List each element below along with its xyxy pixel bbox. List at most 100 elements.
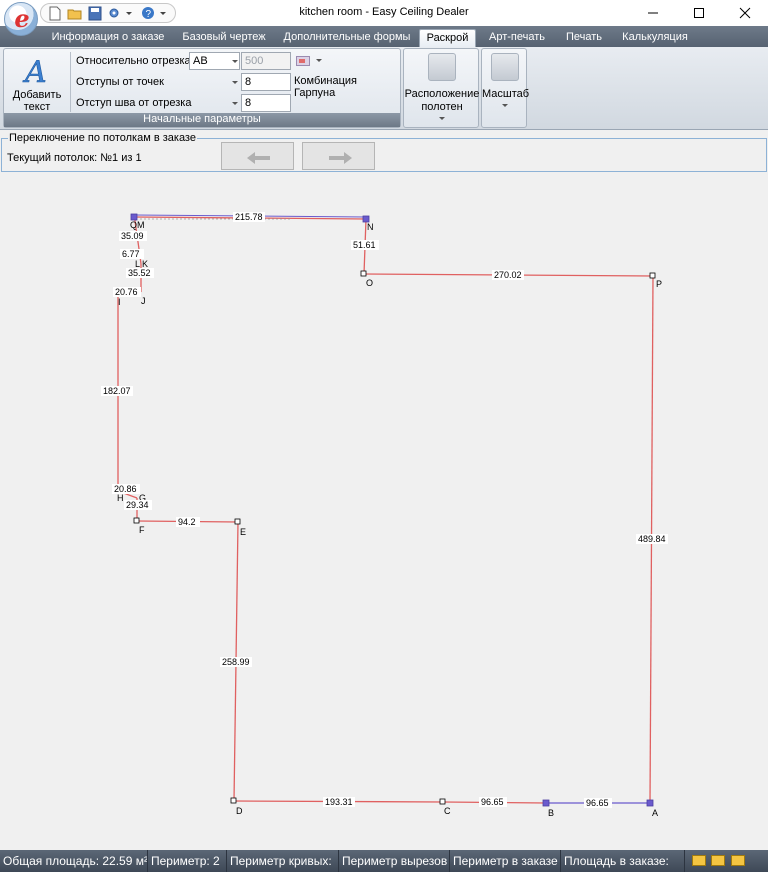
harpoon-combination-button[interactable]: Комбинация Гарпуна	[294, 75, 400, 99]
separator	[70, 52, 71, 112]
arrow-right-icon	[329, 152, 352, 164]
vertex-C[interactable]	[439, 798, 446, 805]
status-area-order: Площадь в заказе:	[561, 850, 685, 872]
text-icon-letter: A	[22, 55, 47, 87]
vertex-E[interactable]	[234, 518, 241, 525]
seam-offset-label: Отступ шва от отрезка	[76, 97, 192, 109]
point-label-F: F	[139, 525, 145, 535]
scale-icon	[491, 53, 519, 81]
dim-LM: 35.09	[121, 231, 144, 241]
point-label-J: J	[141, 296, 146, 306]
dim-IJ: 20.76	[115, 287, 138, 297]
add-text-label-2: текст	[23, 101, 51, 113]
vertex-F[interactable]	[133, 517, 140, 524]
point-label-E: E	[240, 527, 246, 537]
relative-segment-value: AB	[193, 55, 208, 67]
status-perimeter-curves: Периметр кривых:	[227, 850, 339, 872]
chevron-down-icon[interactable]	[232, 102, 238, 105]
arrow-left-icon	[247, 152, 270, 164]
app-logo-letter: e	[14, 4, 30, 33]
tab-base-drawing[interactable]: Базовый чертеж	[172, 29, 276, 47]
status-perimeter-order: Периметр в заказе	[450, 850, 561, 872]
initial-params-group: A Добавить текст Относительно отрезка AB…	[3, 48, 401, 128]
scale-label: Масштаб	[482, 88, 530, 100]
dim-NO: 51.61	[353, 240, 376, 250]
point-label-B: B	[548, 808, 554, 818]
app-logo[interactable]: e	[4, 2, 38, 36]
scale-button[interactable]: Масштаб	[482, 51, 530, 127]
vertex-B[interactable]	[542, 799, 550, 807]
previous-ceiling-button[interactable]	[221, 142, 294, 170]
close-icon	[739, 7, 751, 19]
chevron-down-icon	[232, 60, 238, 63]
point-label-I: I	[118, 297, 121, 307]
add-text-button[interactable]: A Добавить текст	[7, 51, 67, 113]
current-ceiling-label: Текущий потолок: №1 из 1	[7, 152, 142, 164]
ruler-icon[interactable]	[692, 855, 706, 866]
ceiling-switch-panel: Переключение по потолкам в заказе Текущи…	[1, 132, 767, 172]
point-label-A: A	[652, 808, 658, 818]
ribbon-panel: A Добавить текст Относительно отрезка AB…	[0, 47, 768, 130]
vertex-P[interactable]	[649, 272, 656, 279]
vertex-A[interactable]	[646, 799, 654, 807]
canvas-layout-button[interactable]: Расположение полотен	[404, 51, 480, 127]
point-label-C: C	[444, 806, 451, 816]
dim-EF: 94.2	[178, 517, 196, 527]
point-label-O: O	[366, 278, 373, 288]
dim-OP: 270.02	[494, 270, 522, 280]
dim-JK: 35.52	[128, 268, 151, 278]
next-ceiling-button[interactable]	[302, 142, 375, 170]
tab-art-print[interactable]: Арт-печать	[482, 29, 552, 47]
dim-HI: 182.07	[103, 386, 131, 396]
tab-order-info[interactable]: Информация о заказе	[46, 29, 170, 47]
dim-QN: 215.78	[235, 212, 263, 222]
text-icon: A	[22, 55, 47, 87]
drawing-canvas: A B C D E F G H I J K L M N O P Q 215.78…	[101, 212, 668, 818]
ribbon-tabs: Информация о заказе Базовый чертеж Допол…	[0, 26, 768, 47]
dim-GH: 20.86	[114, 484, 137, 494]
status-total-area: Общая площадь: 22.59 м²	[0, 850, 148, 872]
relative-width-field[interactable]: 500	[241, 52, 291, 70]
status-perimeter-cutouts: Периметр вырезов	[339, 850, 450, 872]
point-offsets-label: Отступы от точек	[76, 76, 164, 88]
maximize-icon	[694, 8, 704, 18]
tab-print[interactable]: Печать	[558, 29, 610, 47]
chevron-down-icon	[502, 104, 508, 107]
vertex-O[interactable]	[360, 270, 367, 277]
dim-PA: 489.84	[638, 534, 666, 544]
tab-cutting[interactable]: Раскрой	[419, 29, 476, 47]
point-label-H: H	[117, 493, 124, 503]
point-offsets-field[interactable]: 8	[241, 73, 291, 91]
scale-group: Масштаб	[481, 48, 530, 128]
chevron-down-icon[interactable]	[232, 81, 238, 84]
point-label-N: N	[367, 222, 374, 232]
point-label-D: D	[236, 806, 243, 816]
relative-segment-label: Относительно отрезка	[76, 55, 191, 67]
close-button[interactable]	[722, 0, 768, 26]
minimize-button[interactable]	[630, 0, 676, 26]
canvas-layout-icon	[428, 53, 456, 81]
dim-AB: 96.65	[586, 798, 609, 808]
tab-additional-shapes[interactable]: Дополнительные формы	[278, 29, 416, 47]
tab-calculation[interactable]: Калькуляция	[616, 29, 694, 47]
export-icon[interactable]	[731, 855, 745, 866]
vertex-D[interactable]	[230, 797, 237, 804]
maximize-button[interactable]	[676, 0, 722, 26]
minimize-icon	[648, 12, 658, 14]
add-text-label-1: Добавить	[12, 89, 62, 101]
seam-offset-field[interactable]: 8	[241, 94, 291, 112]
status-bar: Общая площадь: 22.59 м² Периметр: 2 Пери…	[0, 850, 768, 872]
status-perimeter: Периметр: 2	[148, 850, 227, 872]
initial-params-group-label: Начальные параметры	[4, 113, 400, 127]
canvas-layout-label-1: Расположение	[404, 88, 480, 100]
chevron-down-icon	[439, 117, 445, 120]
dim-BC: 96.65	[481, 797, 504, 807]
ceiling-switch-legend: Переключение по потолкам в заказе	[8, 132, 197, 145]
layout-group: Расположение полотен	[403, 48, 479, 128]
dim-FG: 29.34	[126, 500, 149, 510]
measure-icon[interactable]	[711, 855, 725, 866]
chevron-down-icon[interactable]	[316, 59, 322, 62]
relative-segment-select[interactable]: AB	[189, 52, 240, 70]
canvas-layout-label-2: полотен	[421, 101, 463, 113]
color-swatch-icon[interactable]	[296, 56, 310, 66]
